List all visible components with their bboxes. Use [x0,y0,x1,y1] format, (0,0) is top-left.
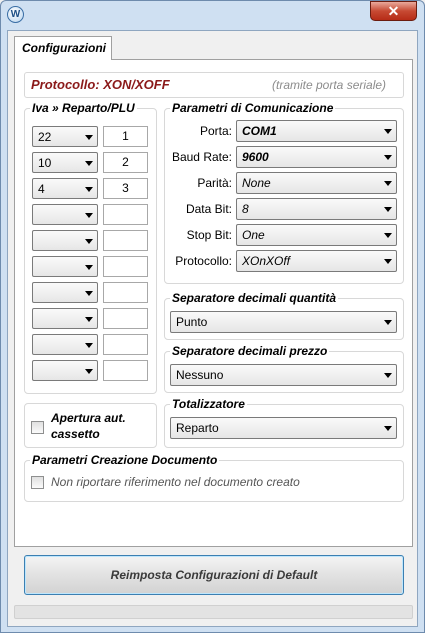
chevron-down-icon [85,239,93,244]
chevron-down-icon [384,129,392,134]
tab-configurazioni[interactable]: Configurazioni [14,36,112,60]
documento-option-label: Non riportare riferimento nel documento … [51,475,300,489]
app-icon: W [7,6,24,23]
documento-checkbox[interactable] [31,476,44,489]
cassetto-label-line1: Apertura aut. [51,411,126,425]
sep-quantita-value: Punto [176,315,208,329]
stopbit-select[interactable]: One [236,224,397,246]
sep-prezzo-select[interactable]: Nessuno [170,364,397,386]
reparto-field[interactable] [103,282,148,303]
parita-label: Parità: [197,176,232,190]
reparto-field[interactable] [103,308,148,329]
iva-select[interactable]: 10 [32,152,98,173]
iva-select[interactable] [32,256,98,277]
reparto-field[interactable] [103,334,148,355]
chevron-down-icon [85,369,93,374]
cassetto-checkbox[interactable] [31,421,44,434]
totalizzatore-title: Totalizzatore [170,397,247,411]
iva-select[interactable] [32,282,98,303]
chevron-down-icon [384,259,392,264]
sep-prezzo-value: Nessuno [176,368,224,382]
cassetto-label-line2: cassetto [51,427,100,441]
porta-value: COM1 [242,124,277,138]
baud-select[interactable]: 9600 [236,146,397,168]
sep-quantita-title: Separatore decimali quantità [170,291,339,305]
stopbit-value: One [242,228,265,242]
close-button[interactable]: ✕ [370,1,417,21]
databit-value: 8 [242,202,249,216]
iva-value: 4 [38,182,45,196]
iva-select[interactable] [32,334,98,355]
sep-quantita-select[interactable]: Punto [170,311,397,333]
protocollo-select[interactable]: XOnXOff [236,250,397,272]
sep-prezzo-title: Separatore decimali prezzo [170,344,330,358]
totalizzatore-value: Reparto [176,421,219,435]
protocollo-label: Protocollo: [175,254,232,268]
status-bar [14,605,413,619]
databit-select[interactable]: 8 [236,198,397,220]
iva-select[interactable]: 4 [32,178,98,199]
chevron-down-icon [85,213,93,218]
chevron-down-icon [85,187,93,192]
stopbit-label: Stop Bit: [186,228,232,242]
parita-value: None [242,176,271,190]
porta-label: Porta: [199,124,232,138]
baud-label: Baud Rate: [171,150,232,164]
chevron-down-icon [384,233,392,238]
chevron-down-icon [85,135,93,140]
porta-select[interactable]: COM1 [236,120,397,142]
iva-reparto-title: Iva » Reparto/PLU [30,101,137,115]
totalizzatore-select[interactable]: Reparto [170,417,397,439]
documento-title: Parametri Creazione Documento [30,453,220,467]
chevron-down-icon [85,317,93,322]
chevron-down-icon [384,426,392,431]
iva-select[interactable] [32,204,98,225]
protocol-title: Protocollo: XON/XOFF [31,77,170,92]
iva-select[interactable] [32,230,98,251]
chevron-down-icon [384,181,392,186]
chevron-down-icon [384,155,392,160]
reparto-field[interactable] [103,360,148,381]
chevron-down-icon [384,373,392,378]
chevron-down-icon [384,207,392,212]
iva-select[interactable] [32,360,98,381]
reset-defaults-button[interactable]: Reimposta Configurazioni di Default [24,555,404,595]
iva-value: 10 [38,156,52,170]
iva-value: 22 [38,130,52,144]
baud-value: 9600 [242,150,269,164]
parita-select[interactable]: None [236,172,397,194]
comm-title: Parametri di Comunicazione [170,101,336,115]
chevron-down-icon [85,291,93,296]
protocollo-value: XOnXOff [242,254,291,268]
databit-label: Data Bit: [185,202,232,216]
chevron-down-icon [384,320,392,325]
chevron-down-icon [85,265,93,270]
protocol-note: (tramite porta seriale) [272,78,387,92]
chevron-down-icon [85,161,93,166]
iva-select[interactable]: 22 [32,126,98,147]
chevron-down-icon [85,343,93,348]
iva-select[interactable] [32,308,98,329]
